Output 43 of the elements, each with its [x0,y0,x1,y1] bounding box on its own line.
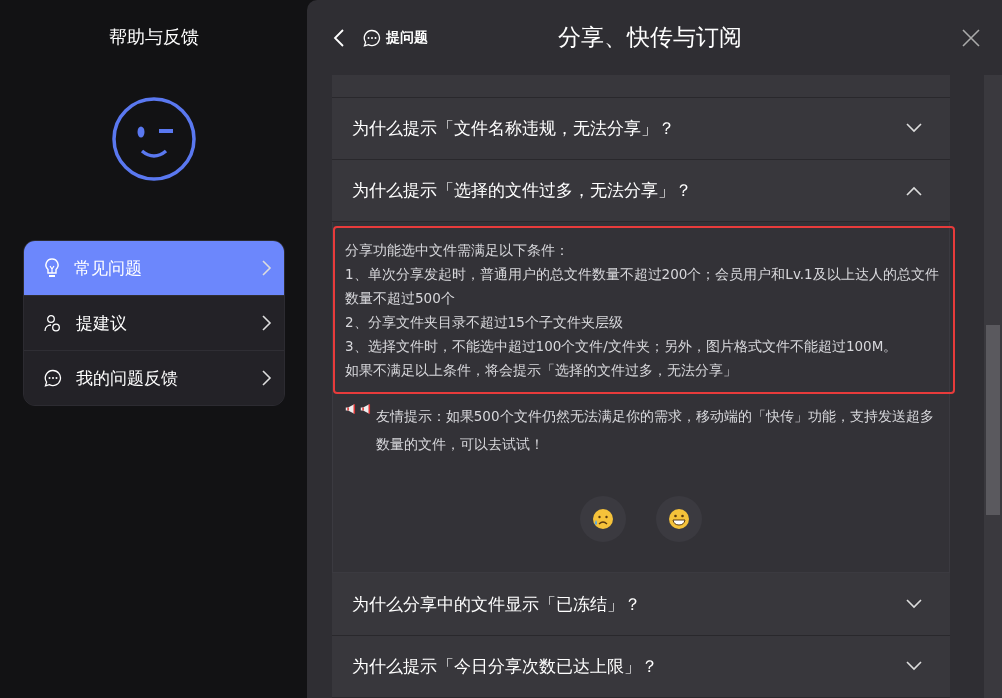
question-text: 为什么提示「今日分享次数已达上限」？ [352,654,659,678]
sad-face-button[interactable] [580,496,626,543]
menu-label: 常见问题 [73,256,143,280]
faq-question-row[interactable]: 为什么分享中的文件显示「已冻结」？ [332,573,950,636]
megaphone-icon [345,402,358,417]
answer-text: 3、选择文件时，不能选中超过100个文件/文件夹；另外，图片格式文件不能超过100M。 [345,337,899,357]
menu-label: 我的问题反馈 [75,366,179,390]
chevron-down-icon [906,599,922,610]
page-title: 分享、快传与订阅 [557,23,743,52]
sidebar-title: 帮助与反馈 [108,25,199,49]
menu-label: 提建议 [75,311,128,335]
chevron-down-icon [906,661,922,672]
chevron-right-icon [261,260,272,276]
person-icon [43,314,62,332]
faq-question-row[interactable]: 为什么提示「今日分享次数已达上限」？ [332,635,950,698]
back-button[interactable] [333,27,345,48]
lightbulb-icon [43,258,60,278]
scrollbar[interactable] [984,75,1002,698]
chevron-down-icon [906,123,922,134]
question-text: 为什么提示「文件名称违规，无法分享」？ [352,116,676,140]
winking-face-icon [110,96,197,182]
answer-text: 1、单次分享发起时，普通用户的总文件数量不超过200个；会员用户和Lv.1及以上达人的总文件数量不超过500个 [345,265,940,309]
megaphone-icon [360,402,373,417]
close-button[interactable] [962,28,980,47]
happy-face-button[interactable] [656,496,702,543]
menu-item[interactable]: 我的问题反馈 [23,350,284,405]
answer-text: 分享功能选中文件需满足以下条件： [345,241,570,261]
answer-text: 如果不满足以上条件，将会提示「选择的文件过多，无法分享」 [345,361,738,381]
chat-bubble-icon [43,369,62,387]
grinning-face-icon [668,508,690,531]
chevron-right-icon [261,370,272,386]
question-text: 为什么分享中的文件显示「已冻结」？ [352,592,642,616]
crying-face-icon [592,508,614,531]
faq-question-row[interactable]: 为什么提示「文件名称违规，无法分享」？ [332,97,950,161]
scrollbar-thumb[interactable] [986,325,1000,515]
chat-bubble-icon [363,28,381,47]
chevron-right-icon [261,315,272,331]
question-text: 为什么提示「选择的文件过多，无法分享」？ [352,179,693,203]
chevron-up-icon [906,185,922,196]
ask-question-button[interactable]: 提问题 [363,28,428,47]
answer-text: 2、分享文件夹目录不超过15个子文件夹层级 [345,313,624,333]
faq-question-row[interactable]: 为什么提示「选择的文件过多，无法分享」？ [332,160,950,223]
tip-text: 友情提示：如果500个文件仍然无法满足你的需求，移动端的「快传」功能，支持发送超多数量的文件，可以去试试！ [375,407,935,455]
